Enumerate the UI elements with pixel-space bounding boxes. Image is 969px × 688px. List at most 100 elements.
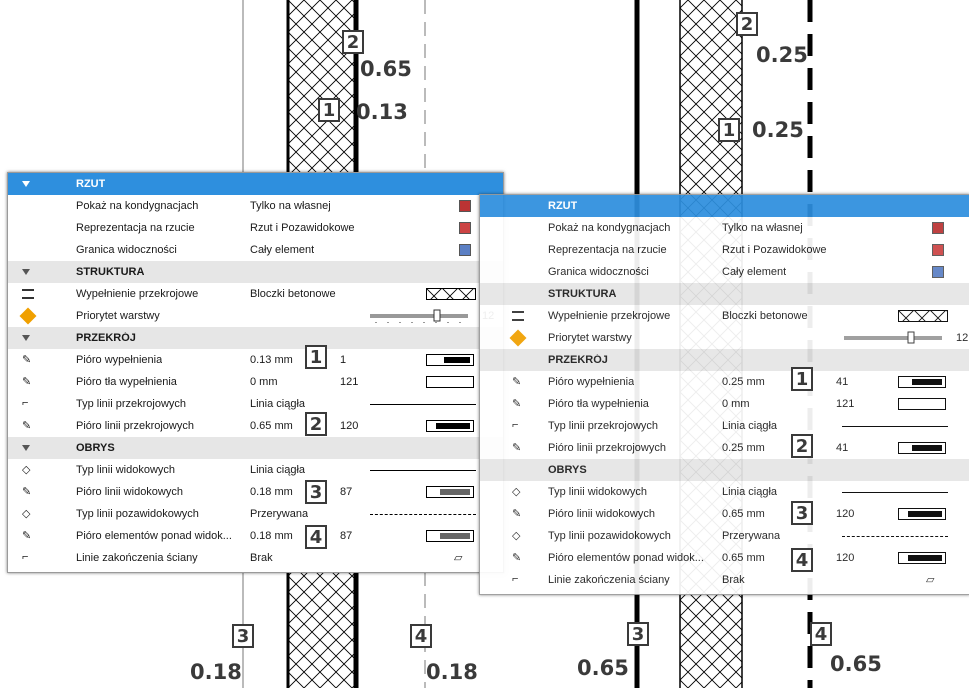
pen-icon: ✎ bbox=[512, 442, 522, 454]
pen-swatch[interactable] bbox=[898, 376, 946, 388]
pen-swatch[interactable] bbox=[898, 442, 946, 454]
callout-3-left-bottom: 3 bbox=[232, 624, 254, 648]
fill-pattern-swatch[interactable] bbox=[898, 310, 948, 322]
row-view-line-pen[interactable]: ✎ Pióro linii widokowych 0.65 mm 120 bbox=[480, 503, 969, 525]
callout-3-left-panel: 3 bbox=[305, 480, 327, 504]
callout-4-left-bottom: 4 bbox=[410, 624, 432, 648]
box-icon bbox=[459, 222, 471, 234]
callout-1-right-panel: 1 bbox=[791, 367, 813, 391]
callout-4-right-panel: 4 bbox=[791, 548, 813, 572]
line-sample bbox=[370, 404, 476, 405]
pen-swatch[interactable] bbox=[426, 376, 474, 388]
section-struktura[interactable]: STRUKTURA bbox=[480, 283, 969, 305]
pen-swatch[interactable] bbox=[898, 552, 946, 564]
row-layer-priority[interactable]: Priorytet warstwy 12 bbox=[480, 327, 969, 349]
line-sample bbox=[842, 492, 948, 493]
row-cut-fill[interactable]: Wypełnienie przekrojowe Bloczki betonowe bbox=[480, 305, 969, 327]
value-label-1-left: 0.13 bbox=[356, 100, 408, 124]
callout-2-left-top: 2 bbox=[342, 30, 364, 54]
box-icon bbox=[932, 244, 944, 256]
row-wall-end-lines[interactable]: ⌐ Linie zakończenia ściany Brak ▱ bbox=[8, 547, 503, 569]
left-settings-panel: RZUT Pokaż na kondygnacjach Tylko na wła… bbox=[7, 172, 504, 573]
pen-icon: ✎ bbox=[22, 354, 32, 366]
section-przekroj[interactable]: PRZEKRÓJ bbox=[8, 327, 503, 349]
visibility-icon bbox=[932, 266, 944, 278]
view-line-icon: ◇ bbox=[22, 464, 31, 476]
row-cut-line-type[interactable]: ⌐ Typ linii przekrojowych Linia ciągła bbox=[8, 393, 503, 415]
pen-swatch[interactable] bbox=[898, 508, 946, 520]
row-visibility-limit[interactable]: Granica widoczności Cały element bbox=[8, 239, 503, 261]
row-show-on-floors[interactable]: Pokaż na kondygnacjach Tylko na własnej bbox=[8, 195, 503, 217]
value-label-2-right: 0.25 bbox=[756, 43, 808, 67]
row-cut-fill[interactable]: Wypełnienie przekrojowe Bloczki betonowe bbox=[8, 283, 503, 305]
row-show-on-floors[interactable]: Pokaż na kondygnacjach Tylko na własnej bbox=[480, 217, 969, 239]
section-struktura[interactable]: STRUKTURA bbox=[8, 261, 503, 283]
callout-1-right-top: 1 bbox=[718, 118, 740, 142]
overhead-line-icon: ◇ bbox=[512, 530, 521, 542]
pen-icon: ✎ bbox=[22, 486, 32, 498]
pen-swatch[interactable] bbox=[426, 354, 474, 366]
row-layer-priority[interactable]: Priorytet warstwy 12 bbox=[8, 305, 503, 327]
pen-swatch[interactable] bbox=[426, 420, 474, 432]
wall-end-hatch-icon: ▱ bbox=[926, 574, 935, 586]
value-label-4-right: 0.65 bbox=[830, 652, 882, 676]
floor-icon bbox=[932, 222, 944, 234]
row-view-line-type[interactable]: ◇ Typ linii widokowych Linia ciągła bbox=[480, 481, 969, 503]
row-overhead-pen[interactable]: ✎ Pióro elementów ponad widok... 0.18 mm… bbox=[8, 525, 503, 547]
visibility-icon bbox=[459, 244, 471, 256]
section-obrys[interactable]: OBRYS bbox=[480, 459, 969, 481]
line-sample bbox=[370, 470, 476, 471]
section-rzut[interactable]: RZUT bbox=[480, 195, 969, 217]
section-rzut[interactable]: RZUT bbox=[8, 173, 503, 195]
pen-icon: ✎ bbox=[512, 508, 522, 520]
priority-slider[interactable] bbox=[368, 308, 473, 324]
pen-icon: ✎ bbox=[22, 376, 32, 388]
row-visibility-limit[interactable]: Granica widoczności Cały element bbox=[480, 261, 969, 283]
row-fill-bg-pen[interactable]: ✎ Pióro tła wypełnienia 0 mm 121 bbox=[8, 371, 503, 393]
callout-3-right-bottom: 3 bbox=[627, 622, 649, 646]
row-fill-pen[interactable]: ✎ Pióro wypełnienia 0.25 mm 41 bbox=[480, 371, 969, 393]
priority-icon bbox=[509, 329, 527, 347]
row-overhead-line-type[interactable]: ◇ Typ linii pozawidokowych Przerywana bbox=[8, 503, 503, 525]
pen-swatch[interactable] bbox=[426, 486, 474, 498]
priority-slider[interactable] bbox=[842, 330, 947, 346]
callout-1-left-panel: 1 bbox=[305, 345, 327, 369]
overhead-line-icon: ◇ bbox=[22, 508, 31, 520]
value-label-2-left: 0.65 bbox=[360, 57, 412, 81]
section-przekroj[interactable]: PRZEKRÓJ bbox=[480, 349, 969, 371]
fill-icon bbox=[512, 311, 524, 321]
pen-swatch[interactable] bbox=[426, 530, 474, 542]
row-cut-line-type[interactable]: ⌐ Typ linii przekrojowych Linia ciągła bbox=[480, 415, 969, 437]
pen-icon: ✎ bbox=[512, 376, 522, 388]
wall-end-icon: ⌐ bbox=[22, 551, 29, 563]
callout-3-right-panel: 3 bbox=[791, 501, 813, 525]
row-wall-end-lines[interactable]: ⌐ Linie zakończenia ściany Brak ▱ bbox=[480, 569, 969, 591]
row-plan-representation[interactable]: Reprezentacja na rzucie Rzut i Pozawidok… bbox=[8, 217, 503, 239]
fill-pattern-swatch[interactable] bbox=[426, 288, 476, 300]
section-obrys[interactable]: OBRYS bbox=[8, 437, 503, 459]
wall-end-hatch-icon: ▱ bbox=[454, 552, 463, 564]
pen-icon: ✎ bbox=[512, 552, 522, 564]
line-sample bbox=[842, 536, 948, 537]
row-fill-bg-pen[interactable]: ✎ Pióro tła wypełnienia 0 mm 121 bbox=[480, 393, 969, 415]
pen-swatch[interactable] bbox=[898, 398, 946, 410]
pen-icon: ✎ bbox=[22, 420, 32, 432]
row-cut-line-pen[interactable]: ✎ Pióro linii przekrojowych 0.65 mm 120 bbox=[8, 415, 503, 437]
row-overhead-line-type[interactable]: ◇ Typ linii pozawidokowych Przerywana bbox=[480, 525, 969, 547]
callout-1-left-top: 1 bbox=[318, 98, 340, 122]
row-plan-representation[interactable]: Reprezentacja na rzucie Rzut i Pozawidok… bbox=[480, 239, 969, 261]
priority-icon bbox=[19, 307, 37, 325]
row-view-line-type[interactable]: ◇ Typ linii widokowych Linia ciągła bbox=[8, 459, 503, 481]
callout-2-left-panel: 2 bbox=[305, 412, 327, 436]
fill-icon bbox=[22, 289, 34, 299]
row-cut-line-pen[interactable]: ✎ Pióro linii przekrojowych 0.25 mm 41 bbox=[480, 437, 969, 459]
callout-2-right-top: 2 bbox=[736, 12, 758, 36]
value-label-3-left: 0.18 bbox=[190, 660, 242, 684]
value-label-4-left: 0.18 bbox=[426, 660, 478, 684]
floor-icon bbox=[459, 200, 471, 212]
row-overhead-pen[interactable]: ✎ Pióro elementów ponad widok... 0.65 mm… bbox=[480, 547, 969, 569]
row-view-line-pen[interactable]: ✎ Pióro linii widokowych 0.18 mm 87 bbox=[8, 481, 503, 503]
callout-2-right-panel: 2 bbox=[791, 434, 813, 458]
line-sample bbox=[842, 426, 948, 427]
row-fill-pen[interactable]: ✎ Pióro wypełnienia 0.13 mm 1 bbox=[8, 349, 503, 371]
